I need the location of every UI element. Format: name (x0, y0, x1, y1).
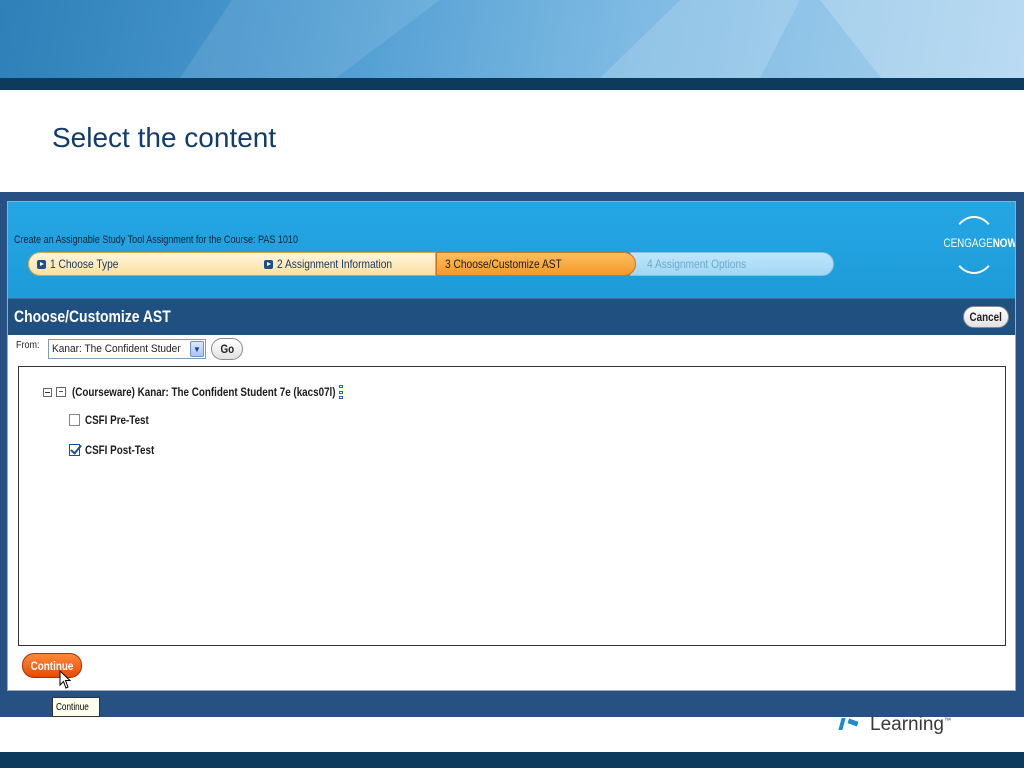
step-assignment-information[interactable]: 2 Assignment Information (234, 252, 436, 276)
step-label: 3 Choose/Customize AST (445, 257, 562, 271)
brand-prefix: CENGAGE (943, 236, 993, 250)
options-menu-icon[interactable] (339, 385, 343, 399)
select-all-icon[interactable] (56, 387, 66, 397)
tooltip: Continue (52, 697, 101, 717)
slide-banner (0, 0, 1024, 78)
tree-item: CSFI Post-Test (69, 443, 169, 457)
top-band (0, 78, 1024, 90)
arrow-right-icon (264, 259, 273, 269)
bottom-band (0, 752, 1024, 768)
step-label: 4 Assignment Options (647, 257, 747, 271)
app-header: Create an Assignable Study Tool Assignme… (8, 202, 1015, 298)
banner-facet (180, 0, 440, 78)
tree-root-label: (Courseware) Kanar: The Confident Studen… (72, 385, 336, 399)
collapse-icon[interactable] (43, 387, 52, 397)
section-title: Choose/Customize AST (14, 307, 171, 326)
cengagenow-logo: CENGAGENOW (937, 216, 1015, 274)
item-checkbox[interactable] (69, 414, 80, 426)
trademark-mark: ™ (943, 717, 951, 725)
step-label: 2 Assignment Information (277, 257, 393, 271)
content-tree-panel: (Courseware) Kanar: The Confident Studen… (18, 366, 1006, 646)
cengage-learning-logo: Learning™ (838, 710, 951, 740)
course-line: Create an Assignable Study Tool Assignme… (14, 234, 298, 246)
cancel-button[interactable]: Cancel (963, 306, 1009, 328)
tree-item-label: CSFI Pre-Test (85, 413, 149, 427)
arrow-right-icon (37, 259, 46, 269)
banner-facet (820, 0, 1024, 78)
step-label: 1 Choose Type (50, 257, 119, 271)
tree-root-node: (Courseware) Kanar: The Confident Studen… (43, 385, 343, 399)
source-select[interactable]: Kanar: The Confident Student 7e ▼ (48, 339, 206, 359)
go-label: Go (220, 342, 234, 356)
go-button[interactable]: Go (211, 338, 243, 360)
tree-item: CSFI Pre-Test (69, 413, 163, 427)
logo-mark-icon (838, 718, 860, 732)
cancel-label: Cancel (969, 310, 1003, 324)
source-select-value: Kanar: The Confident Student 7e (52, 343, 181, 355)
continue-button[interactable]: Continue (22, 653, 82, 678)
slide-title: Select the content (52, 122, 277, 153)
brand-suffix: NOW (992, 236, 1016, 250)
from-row: From: Kanar: The Confident Student 7e ▼ … (8, 334, 1015, 366)
from-label: From: (16, 340, 40, 351)
item-checkbox-checked[interactable] (69, 444, 80, 456)
chevron-down-icon[interactable]: ▼ (190, 341, 204, 357)
app-screenshot: Create an Assignable Study Tool Assignme… (0, 192, 1024, 717)
wizard-steps: 1 Choose Type 2 Assignment Information 3… (28, 252, 834, 276)
logo-text: Learning (870, 714, 944, 735)
step-assignment-options: 4 Assignment Options (630, 252, 834, 276)
step-choose-type[interactable]: 1 Choose Type (28, 252, 242, 276)
step-choose-customize-ast: 3 Choose/Customize AST (436, 252, 636, 276)
banner-facet (600, 0, 800, 78)
tooltip-text: Continue (56, 701, 89, 713)
app-window: Create an Assignable Study Tool Assignme… (7, 201, 1016, 691)
tree-item-label: CSFI Post-Test (85, 443, 155, 457)
section-titlebar: Choose/Customize AST Cancel (8, 298, 1015, 335)
